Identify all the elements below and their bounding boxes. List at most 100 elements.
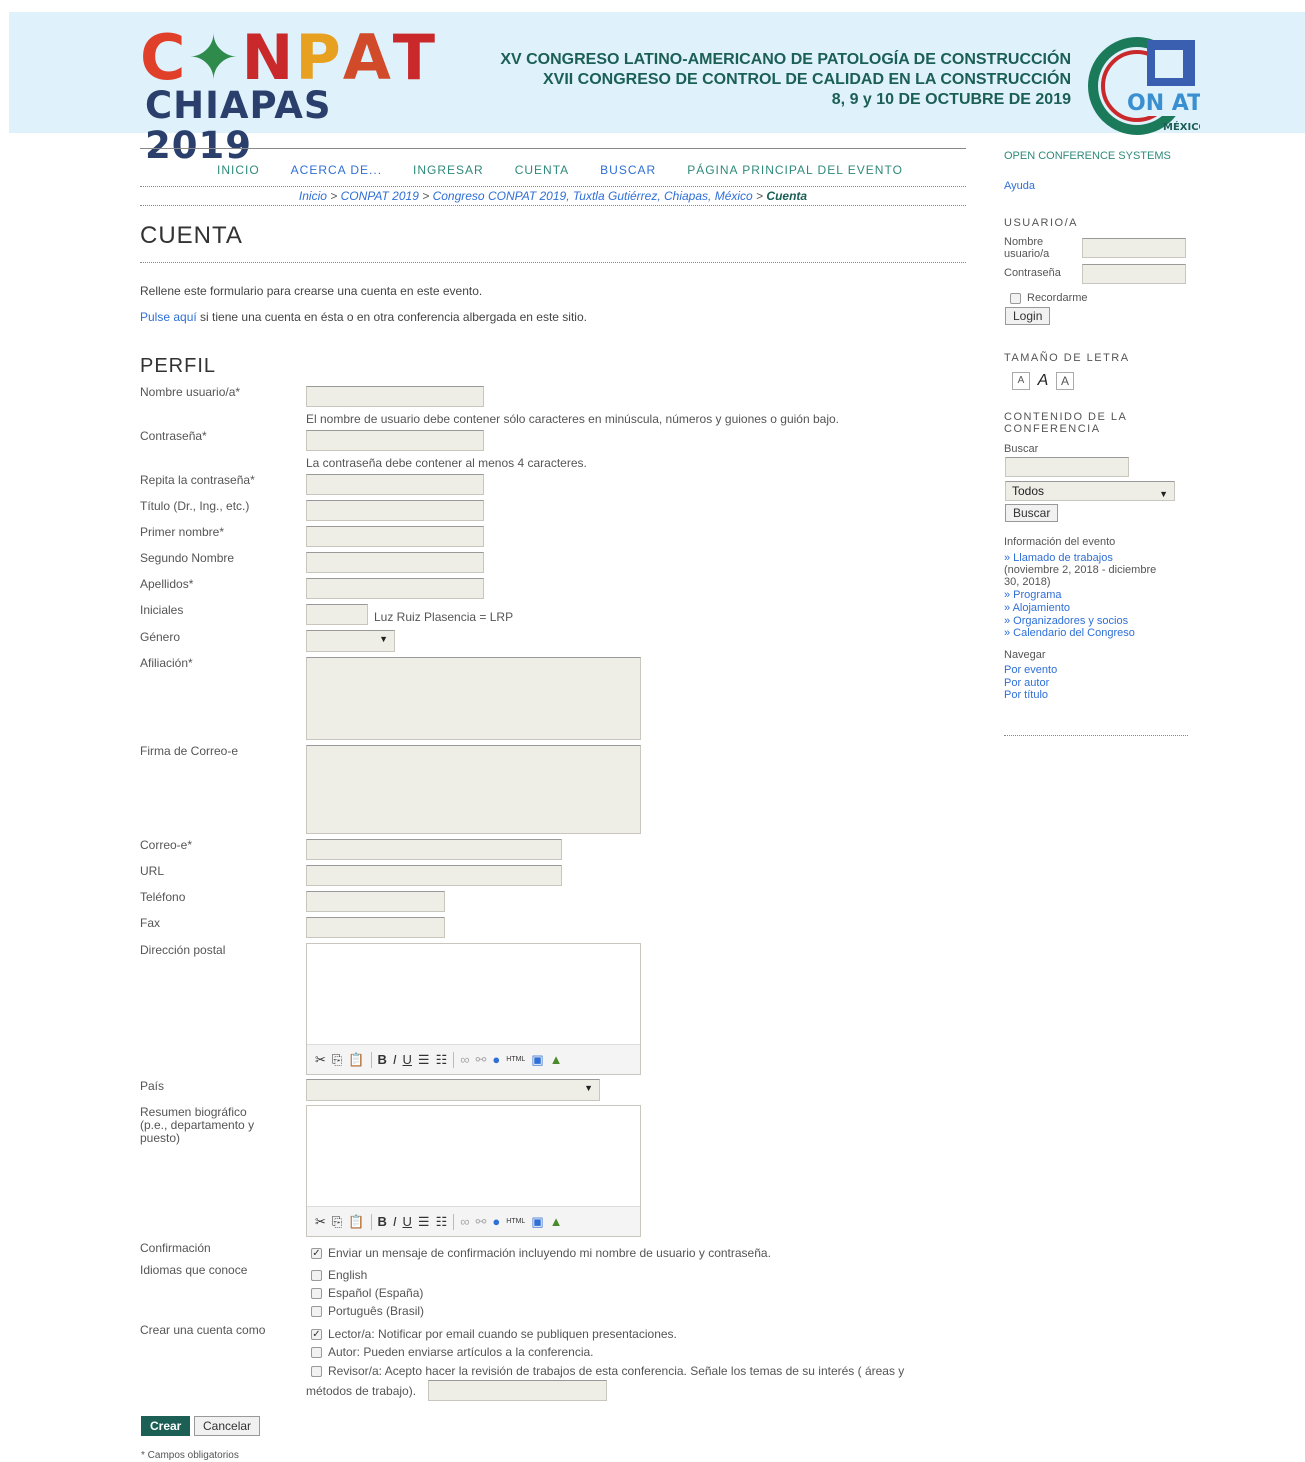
browse-by-author-link[interactable]: Por autor [1004, 677, 1049, 689]
login-here-link[interactable]: Pulse aquí [140, 310, 197, 324]
image-icon[interactable]: ▲ [550, 1052, 563, 1067]
initials-input[interactable] [306, 604, 368, 625]
gender-select[interactable]: ▼ [306, 630, 395, 652]
affiliation-textarea[interactable] [306, 657, 641, 740]
url-input[interactable] [306, 865, 562, 886]
breadcrumb-inicio[interactable]: Inicio [299, 189, 327, 203]
calendar-link[interactable]: » Calendario del Congreso [1004, 627, 1135, 639]
help-link[interactable]: Ayuda [1004, 180, 1035, 192]
sidebar-password-label: Contraseña [1004, 267, 1061, 279]
nav-acerca[interactable]: ACERCA DE... [291, 163, 382, 177]
address-editor[interactable]: ✂ ⎘ 📋 B I U ☰ ☷ ∞ ⚯ ● HTML ▣ ▲ [306, 943, 641, 1075]
html-icon[interactable]: HTML [506, 1056, 525, 1063]
salutation-input[interactable] [306, 500, 484, 521]
role-reader-checkbox[interactable]: ✓ [311, 1328, 322, 1340]
link-icon[interactable]: ∞ [460, 1052, 469, 1067]
languages-label: Idiomas que conoce [140, 1263, 248, 1277]
sidebar-search-input[interactable] [1005, 457, 1129, 477]
email-label: Correo-e* [140, 838, 193, 852]
paste-icon[interactable]: 📋 [348, 1052, 364, 1068]
nav-pagina-principal[interactable]: PÁGINA PRINCIPAL DEL EVENTO [687, 163, 903, 177]
fax-input[interactable] [306, 917, 445, 938]
copy-icon[interactable]: ⎘ [332, 1052, 342, 1068]
congress-title: XV CONGRESO LATINO-AMERICANO DE PATOLOGÍ… [500, 50, 1071, 110]
svg-text:ON AT: ON AT [1127, 91, 1200, 116]
help-icon[interactable]: ● [492, 1052, 500, 1067]
breadcrumb-conpat[interactable]: CONPAT 2019 [341, 189, 419, 203]
numbered-list-icon[interactable]: ☷ [436, 1052, 448, 1068]
role-reader: ✓ Lector/a: Notificar por email cuando se… [311, 1327, 677, 1341]
signature-textarea[interactable] [306, 745, 641, 834]
cut-icon[interactable]: ✂ [315, 1214, 326, 1230]
first-name-input[interactable] [306, 526, 484, 547]
bold-icon[interactable]: B [378, 1214, 387, 1229]
image-icon[interactable]: ▲ [550, 1214, 563, 1229]
last-name-input[interactable] [306, 578, 484, 599]
sidebar-password-input[interactable] [1082, 264, 1186, 284]
underline-icon[interactable]: U [403, 1214, 412, 1229]
bio-editor[interactable]: ✂ ⎘ 📋 B I U ☰ ☷ ∞ ⚯ ● HTML ▣ ▲ [306, 1105, 641, 1237]
italic-icon[interactable]: I [393, 1214, 397, 1229]
language-spanish: Español (España) [311, 1286, 423, 1300]
password-input[interactable] [306, 430, 484, 451]
nav-buscar[interactable]: BUSCAR [600, 163, 656, 177]
unlink-icon[interactable]: ⚯ [476, 1214, 487, 1230]
link-icon[interactable]: ∞ [460, 1214, 469, 1229]
font-small-icon[interactable]: A [1012, 372, 1030, 390]
browse-by-title-link[interactable]: Por título [1004, 689, 1048, 701]
fullscreen-icon[interactable]: ▣ [531, 1052, 543, 1068]
role-label: Crear una cuenta como [140, 1323, 266, 1337]
phone-input[interactable] [306, 891, 445, 912]
conference-content-heading: CONTENIDO DE LA CONFERENCIA [1004, 411, 1127, 435]
bold-icon[interactable]: B [378, 1052, 387, 1067]
confirmation-checkbox[interactable]: ✓ [311, 1247, 322, 1259]
numbered-list-icon[interactable]: ☷ [436, 1214, 448, 1230]
role-reviewer: Revisor/a: Acepto hacer la revisión de t… [311, 1364, 904, 1378]
bullet-list-icon[interactable]: ☰ [418, 1214, 430, 1230]
search-scope-select[interactable]: Todos ▼ [1005, 481, 1175, 501]
nav-ingresar[interactable]: INGRESAR [413, 163, 484, 177]
role-reviewer-checkbox[interactable] [311, 1365, 322, 1377]
cancel-button[interactable]: Cancelar [194, 1416, 261, 1436]
conpat-chiapas-logo[interactable]: C✦NPAT CHIAPAS 2019 [140, 27, 450, 166]
ocs-link[interactable]: OPEN CONFERENCE SYSTEMS [1004, 150, 1171, 162]
italic-icon[interactable]: I [393, 1052, 397, 1067]
middle-name-input[interactable] [306, 552, 484, 573]
role-author-checkbox[interactable] [311, 1346, 322, 1358]
font-large-icon[interactable]: A [1056, 372, 1074, 390]
fullscreen-icon[interactable]: ▣ [531, 1214, 543, 1230]
program-link[interactable]: » Programa [1004, 589, 1061, 601]
sidebar-search-button[interactable]: Buscar [1005, 504, 1059, 522]
remember-checkbox[interactable] [1010, 292, 1021, 304]
copy-icon[interactable]: ⎘ [332, 1214, 342, 1230]
language-spanish-checkbox[interactable] [311, 1287, 322, 1299]
organizers-link[interactable]: » Organizadores y socios [1004, 615, 1128, 627]
sidebar-username-input[interactable] [1082, 238, 1186, 258]
cut-icon[interactable]: ✂ [315, 1052, 326, 1068]
call-for-papers-link[interactable]: » Llamado de trabajos [1004, 552, 1113, 564]
repeat-password-input[interactable] [306, 474, 484, 495]
language-english-checkbox[interactable] [311, 1269, 322, 1281]
create-button[interactable]: Crear [141, 1416, 191, 1436]
email-input[interactable] [306, 839, 562, 860]
bullet-list-icon[interactable]: ☰ [418, 1052, 430, 1068]
reviewer-interests-input[interactable] [428, 1380, 607, 1401]
login-button[interactable]: Login [1005, 307, 1051, 325]
html-icon[interactable]: HTML [506, 1218, 525, 1225]
intro-text: Rellene este formulario para crearse una… [140, 284, 483, 298]
country-select[interactable]: ▼ [306, 1079, 600, 1101]
call-dates: (noviembre 2, 2018 - diciembre 30, 2018) [1004, 564, 1157, 588]
nav-cuenta[interactable]: CUENTA [515, 163, 569, 177]
username-hint: El nombre de usuario debe contener sólo … [306, 412, 839, 426]
help-icon[interactable]: ● [492, 1214, 500, 1229]
breadcrumb-congreso[interactable]: Congreso CONPAT 2019, Tuxtla Gutiérrez, … [433, 189, 753, 203]
nav-inicio[interactable]: INICIO [217, 163, 260, 177]
language-portuguese-checkbox[interactable] [311, 1305, 322, 1317]
unlink-icon[interactable]: ⚯ [476, 1052, 487, 1068]
lodging-link[interactable]: » Alojamiento [1004, 602, 1070, 614]
font-medium-icon[interactable]: A [1034, 372, 1052, 390]
username-input[interactable] [306, 386, 484, 407]
underline-icon[interactable]: U [403, 1052, 412, 1067]
paste-icon[interactable]: 📋 [348, 1214, 364, 1230]
browse-by-event-link[interactable]: Por evento [1004, 664, 1057, 676]
